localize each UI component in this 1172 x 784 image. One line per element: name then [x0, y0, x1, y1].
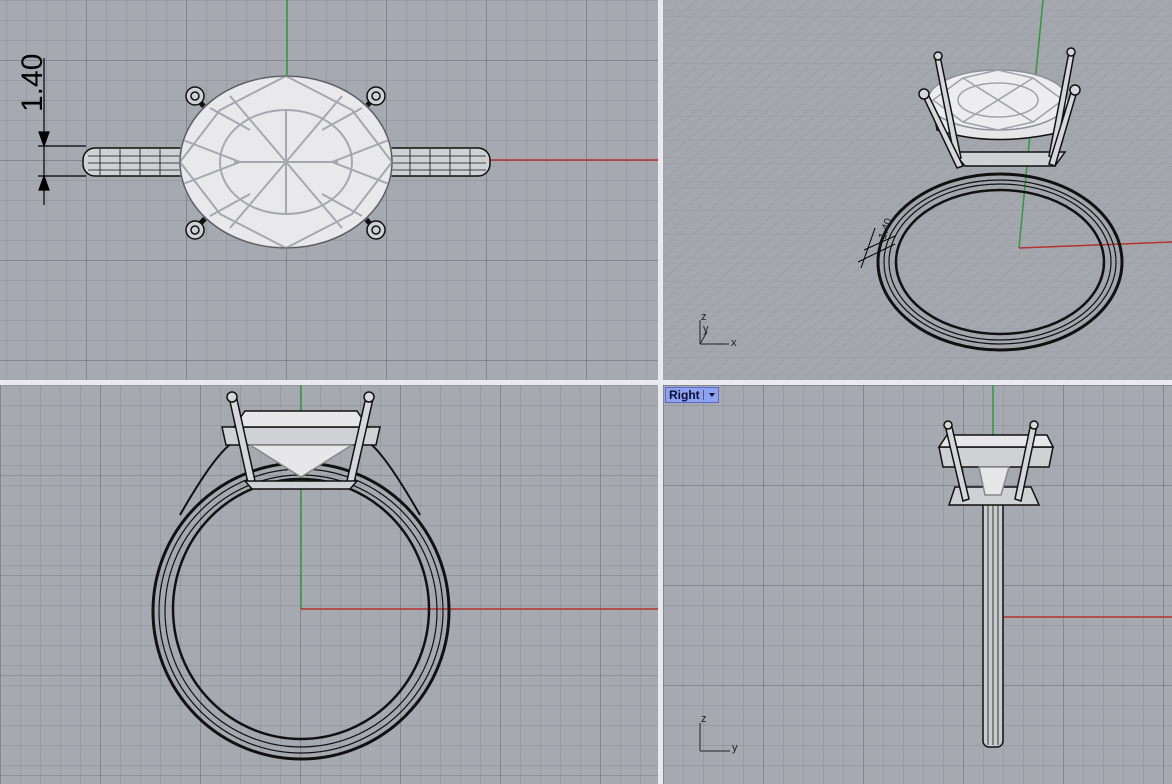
ring-band-side — [982, 464, 1004, 748]
front-viewport[interactable] — [0, 385, 658, 784]
viewport-splitter-horizontal[interactable] — [0, 380, 1172, 385]
thickness-dimension-label: 1.40 — [16, 54, 49, 112]
axis-label-y: y — [732, 742, 738, 754]
viewport-title-right[interactable]: Right — [665, 387, 719, 403]
right-viewport[interactable]: z y Right — [663, 385, 1172, 784]
axis-label-x: x — [731, 337, 737, 349]
top-viewport[interactable]: 1.40 — [0, 0, 658, 380]
right-view-canvas: z y — [699, 385, 1172, 754]
perspective-view-canvas: 1.40 z y x — [663, 0, 1172, 380]
viewport-title-label: Right — [669, 388, 700, 402]
top-view-canvas: 1.40 — [16, 0, 658, 250]
oval-gemstone-top — [178, 74, 394, 250]
axis-label-z: z — [701, 311, 707, 323]
axis-label-z: z — [701, 713, 707, 725]
chevron-down-icon[interactable] — [708, 393, 715, 397]
axis-gizmo-right — [699, 723, 730, 752]
perspective-viewport[interactable]: 1.40 z y x — [663, 0, 1172, 380]
separator — [702, 390, 704, 400]
front-view-canvas — [151, 385, 658, 761]
gem-head-side — [937, 420, 1055, 506]
axis-label-y: y — [703, 323, 709, 335]
viewport-splitter-vertical[interactable] — [658, 0, 663, 784]
